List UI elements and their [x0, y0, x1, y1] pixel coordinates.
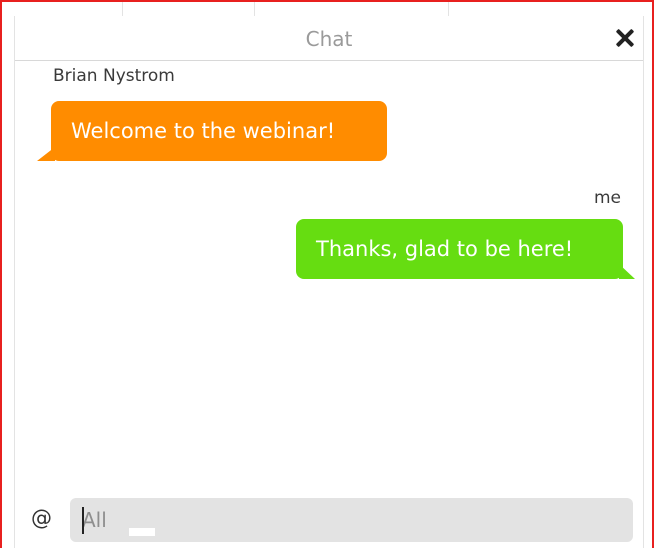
- close-icon[interactable]: [613, 26, 637, 50]
- message-sender: Brian Nystrom: [53, 66, 175, 86]
- top-strip-divider: [122, 2, 123, 16]
- chat-input-row: @: [15, 494, 643, 544]
- chat-window-frame: Chat Brian Nystrom Welcome to the webina…: [0, 0, 654, 548]
- chat-header: Chat: [15, 16, 643, 61]
- top-strip-divider: [448, 2, 449, 16]
- top-strip-divider: [254, 2, 255, 16]
- top-strip: [14, 2, 642, 17]
- chat-title: Chat: [305, 27, 353, 51]
- text-caret: [82, 507, 84, 534]
- at-mention-icon[interactable]: @: [31, 506, 52, 530]
- message-sender-me: me: [593, 188, 621, 208]
- incoming-message-bubble: Welcome to the webinar!: [51, 101, 387, 161]
- outgoing-message-bubble: Thanks, glad to be here!: [296, 219, 623, 279]
- bottom-chip: [129, 528, 155, 536]
- chat-panel: Chat Brian Nystrom Welcome to the webina…: [14, 16, 644, 548]
